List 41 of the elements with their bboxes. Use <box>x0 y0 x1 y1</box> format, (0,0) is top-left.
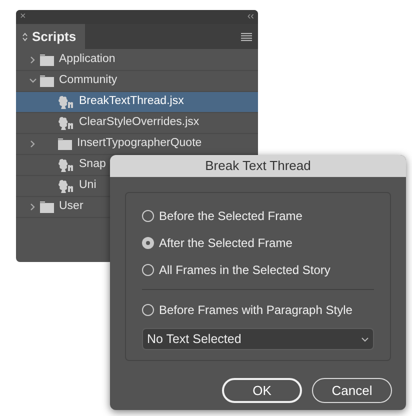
item-label: InsertTypographerQuote <box>77 136 202 152</box>
radio-option[interactable]: Before the Selected Frame <box>142 202 374 229</box>
dialog-title: Break Text Thread <box>110 155 406 177</box>
tree-item[interactable]: ClearStyleOverrides.jsx <box>16 113 258 134</box>
radio-option[interactable]: All Frames in the Selected Story <box>142 256 374 283</box>
chevron-down-icon[interactable] <box>29 78 37 84</box>
close-button[interactable]: × <box>20 12 26 22</box>
script-icon <box>58 96 74 108</box>
folder-icon <box>40 75 54 87</box>
scripts-tab[interactable]: Scripts <box>16 24 85 49</box>
chevron-down-icon <box>361 336 369 342</box>
radio-option[interactable]: After the Selected Frame <box>142 229 374 256</box>
chevron-right-icon[interactable] <box>30 140 36 148</box>
item-label: Application <box>59 52 116 68</box>
dialog-button[interactable]: Cancel <box>312 378 392 403</box>
radio-option[interactable]: Before Frames with Paragraph Style <box>142 296 374 323</box>
sort-arrows-icon <box>22 32 28 42</box>
script-icon <box>58 158 74 172</box>
folder-icon <box>40 54 54 66</box>
folder-icon <box>40 201 54 213</box>
chevron-right-icon[interactable] <box>30 56 36 64</box>
item-label: Uni <box>79 178 96 194</box>
radio-button[interactable] <box>142 304 154 316</box>
script-icon <box>58 116 74 130</box>
radio-button[interactable] <box>142 210 154 222</box>
item-label: User <box>59 199 84 214</box>
radio-button[interactable] <box>142 236 154 248</box>
chevron-right-icon[interactable] <box>30 203 36 211</box>
style-dropdown[interactable]: No Text Selected <box>142 328 374 350</box>
script-icon <box>58 180 74 192</box>
tree-item[interactable]: Application <box>16 50 258 71</box>
menu-icon[interactable] <box>241 32 252 40</box>
item-label: Snap <box>79 157 106 172</box>
dialog-button[interactable]: OK <box>222 378 302 403</box>
item-label: Community <box>59 73 118 88</box>
item-label: ClearStyleOverrides.jsx <box>79 115 200 130</box>
radio-button[interactable] <box>142 264 154 276</box>
item-label: BreakTextThread.jsx <box>79 94 184 110</box>
folder-icon <box>58 138 72 150</box>
tree-item[interactable]: BreakTextThread.jsx <box>16 92 258 113</box>
collapse-button[interactable]: ‹‹ <box>247 12 254 22</box>
